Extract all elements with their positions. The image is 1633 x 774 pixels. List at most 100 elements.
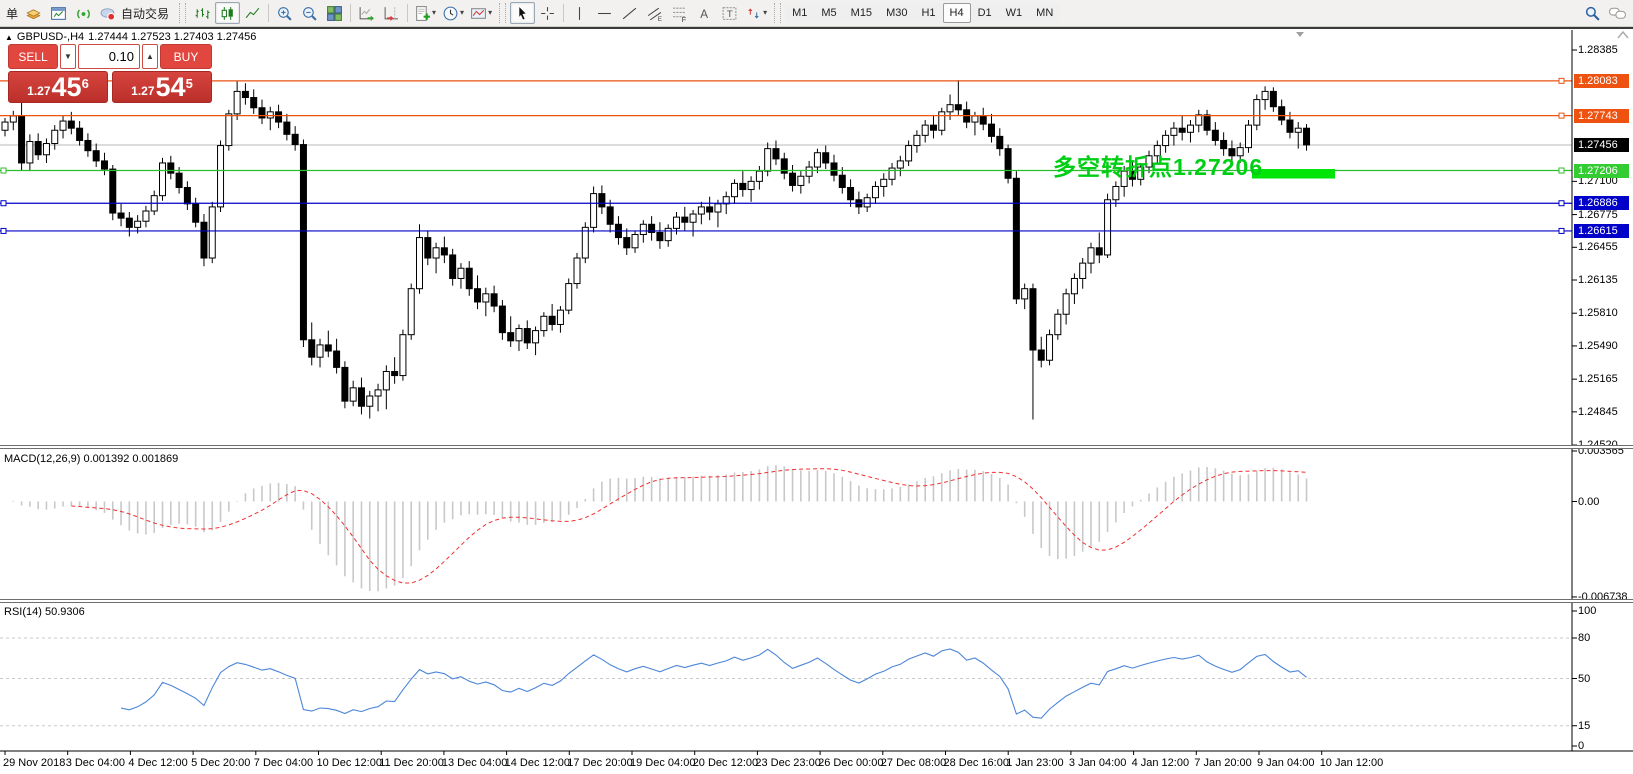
indicators-button[interactable]: ▾ — [411, 2, 439, 24]
sell-price-quote[interactable]: 1.27 45 6 — [8, 71, 108, 103]
search-button[interactable] — [1580, 2, 1605, 24]
chart-canvas[interactable] — [0, 0, 1633, 774]
buy-price-quote[interactable]: 1.27 54 5 — [112, 71, 212, 103]
date-label: 7 Jan 20:00 — [1194, 756, 1252, 770]
chart-title: ▲ GBPUSD-,H4 1.27444 1.27523 1.27403 1.2… — [5, 31, 256, 43]
autoscroll-button[interactable] — [354, 2, 379, 24]
buy-price-sup: 5 — [186, 77, 193, 90]
price-badge: 1.26886 — [1574, 196, 1629, 210]
date-label: 17 Dec 20:00 — [567, 756, 632, 770]
candlestick-chart-button[interactable] — [215, 2, 240, 24]
orders-book-button[interactable] — [21, 2, 46, 24]
tf-m5-button[interactable]: M5 — [814, 3, 843, 23]
indicators-layer — [0, 465, 1572, 726]
date-label: 20 Dec 12:00 — [693, 756, 758, 770]
date-label: 19 Dec 04:00 — [630, 756, 695, 770]
tf-h1-button[interactable]: H1 — [914, 3, 942, 23]
text-icon: A — [696, 5, 713, 22]
equidistant-channel-icon: E — [646, 5, 663, 22]
vertical-line-button[interactable] — [567, 2, 592, 24]
periods-button[interactable]: ▾ — [439, 2, 467, 24]
volume-increase-button[interactable]: ▲ — [142, 44, 158, 69]
toolbar: 单 自动交易 — [0, 0, 1633, 27]
sell-button[interactable]: SELL — [8, 44, 58, 69]
toolbar-grip[interactable] — [179, 3, 186, 23]
autotrading-button[interactable]: 自动交易 — [96, 2, 175, 24]
sell-price-prefix: 1.27 — [27, 81, 50, 101]
zoom-out-icon — [301, 5, 318, 22]
macd-panel-splitter[interactable] — [0, 445, 1633, 449]
tile-windows-button[interactable] — [322, 2, 347, 24]
fibonacci-button[interactable]: F — [667, 2, 692, 24]
date-label: 11 Dec 20:00 — [379, 756, 444, 770]
scroll-up-icon[interactable] — [1618, 32, 1628, 38]
template-icon — [470, 5, 487, 22]
chevron-down-icon: ▾ — [460, 9, 464, 17]
tile-windows-icon — [326, 5, 343, 22]
text-button[interactable]: A — [692, 2, 717, 24]
crosshair-icon — [539, 5, 556, 22]
price-axis-label: 1.26135 — [1578, 273, 1618, 287]
toolbar-grip[interactable] — [774, 3, 781, 23]
chevron-down-icon: ▾ — [763, 9, 767, 17]
zoom-in-button[interactable] — [272, 2, 297, 24]
rsi-axis-label: 80 — [1578, 631, 1590, 645]
crosshair-button[interactable] — [535, 2, 560, 24]
zoom-out-button[interactable] — [297, 2, 322, 24]
tf-m15-button[interactable]: M15 — [844, 3, 879, 23]
arrows-icon — [745, 5, 762, 22]
signals-button[interactable] — [71, 2, 96, 24]
symbol-period-label: GBPUSD-,H4 — [17, 31, 84, 43]
chart-shift-marker[interactable] — [1296, 32, 1304, 37]
trendline-button[interactable] — [617, 2, 642, 24]
rsi-panel-splitter[interactable] — [0, 599, 1633, 603]
annotation-text[interactable]: 多空转折点1.27206 — [1053, 148, 1263, 182]
cursor-button[interactable] — [510, 2, 535, 24]
horizontal-line-button[interactable] — [592, 2, 617, 24]
rsi-label: RSI(14) 50.9306 — [4, 606, 85, 618]
order-label[interactable]: 单 — [3, 5, 21, 22]
date-label: 1 Jan 23:00 — [1006, 756, 1064, 770]
chart-shift-icon — [383, 5, 400, 22]
chart-window-border — [0, 27, 1633, 29]
tf-w1-button[interactable]: W1 — [999, 3, 1030, 23]
rsi-axis-label: 50 — [1578, 672, 1590, 686]
cursor-icon — [514, 5, 531, 22]
zoom-in-icon — [276, 5, 293, 22]
tf-mn-button[interactable]: MN — [1029, 3, 1060, 23]
channel-button[interactable]: E — [642, 2, 667, 24]
price-axis-label: 1.28385 — [1578, 43, 1618, 57]
volume-input[interactable]: 0.10 — [78, 44, 140, 69]
tf-m1-button[interactable]: M1 — [785, 3, 814, 23]
macd-label: MACD(12,26,9) 0.001392 0.001869 — [4, 453, 178, 465]
chat-button[interactable] — [1605, 2, 1630, 24]
chat-icon — [1608, 5, 1627, 22]
tf-d1-button[interactable]: D1 — [971, 3, 999, 23]
clock-icon — [442, 5, 459, 22]
date-label: 5 Dec 20:00 — [191, 756, 250, 770]
mt4-terminal: 单 自动交易 — [0, 0, 1633, 774]
templates-button[interactable]: ▾ — [467, 2, 495, 24]
price-axis-label: 1.25810 — [1578, 306, 1618, 320]
svg-text:T: T — [727, 9, 733, 20]
buy-button[interactable]: BUY — [160, 44, 212, 69]
price-axis-label: 1.25165 — [1578, 372, 1618, 386]
candlestick-chart-icon — [219, 5, 236, 22]
arrows-button[interactable]: ▾ — [742, 2, 770, 24]
axes-layer — [0, 30, 1633, 755]
tf-m30-button[interactable]: M30 — [879, 3, 914, 23]
line-chart-icon — [244, 5, 261, 22]
new-chart-button[interactable] — [46, 2, 71, 24]
tf-h4-button[interactable]: H4 — [943, 3, 971, 23]
volume-decrease-button[interactable]: ▼ — [60, 44, 76, 69]
chart-shift-button[interactable] — [379, 2, 404, 24]
toolbar-grip[interactable] — [499, 3, 506, 23]
text-label-button[interactable]: T — [717, 2, 742, 24]
ohlc-values-label: 1.27444 1.27523 1.27403 1.27456 — [88, 31, 256, 43]
date-label: 28 Dec 16:00 — [944, 756, 1009, 770]
autoscroll-icon — [358, 5, 375, 22]
bar-chart-button[interactable] — [190, 2, 215, 24]
rsi-axis-label: 0 — [1578, 739, 1584, 753]
collapse-panel-icon[interactable]: ▲ — [5, 33, 13, 42]
line-chart-button[interactable] — [240, 2, 265, 24]
